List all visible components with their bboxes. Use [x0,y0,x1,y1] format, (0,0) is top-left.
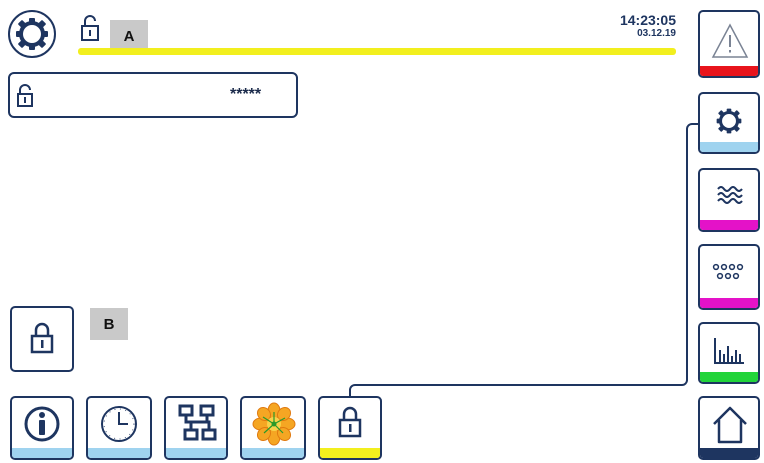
bottom-item-flower[interactable] [240,396,306,460]
sidebar-item-home[interactable] [698,396,760,460]
flower-color-strip [242,448,304,458]
unlock-icon [17,84,33,107]
bottom-item-info[interactable] [10,396,74,460]
water-color-strip [700,220,758,230]
bottom-item-network[interactable] [164,396,228,460]
bar-chart-icon [714,338,744,364]
waves-icon [717,186,743,204]
unlock-icon [81,15,99,41]
connector-line [349,123,700,396]
clock-color-strip [88,448,150,458]
info-color-strip [12,448,72,458]
warning-icon [711,23,749,58]
bottom-item-lock[interactable] [318,396,382,460]
flower-icon [252,402,296,446]
annotation-marker-b: B [90,308,128,340]
home-icon [713,406,747,444]
settings-round-button[interactable] [8,10,56,58]
info-icon [24,406,60,442]
clock-date: 03.12.19 [637,28,676,39]
sidebar-item-alarm[interactable] [698,10,760,78]
lock-icon [338,406,362,438]
sidebar-item-water[interactable] [698,168,760,232]
gear-icon [16,18,48,50]
alarm-color-strip [700,66,758,76]
network-icon [178,404,217,441]
sidebar-item-statistics[interactable] [698,322,760,384]
clock-time: 14:23:05 [619,12,676,28]
home-color-strip [700,448,758,458]
status-accent-bar [78,48,676,55]
lock-color-strip [320,448,380,458]
network-color-strip [166,448,226,458]
statistics-color-strip [700,372,758,382]
sensors-color-strip [700,298,758,308]
sidebar-item-settings[interactable] [698,92,760,154]
clock-icon [101,406,137,442]
lock-icon [30,322,54,354]
bottom-item-clock[interactable] [86,396,152,460]
sidebar-item-sensors[interactable] [698,244,760,310]
dots-grid-icon [712,263,744,280]
lock-button[interactable] [10,306,74,372]
settings-color-strip [700,142,758,152]
password-field[interactable]: ***** [8,72,298,118]
password-value: ***** [230,86,262,103]
gear-icon [716,108,742,134]
